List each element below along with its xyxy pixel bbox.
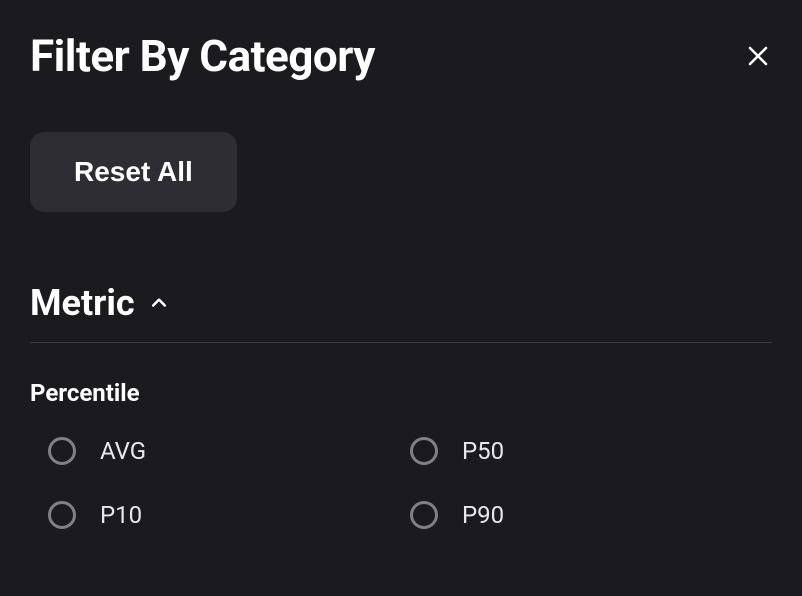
radio-icon xyxy=(410,501,438,529)
radio-label: P10 xyxy=(100,501,142,529)
close-icon[interactable] xyxy=(744,42,772,70)
reset-all-button[interactable]: Reset All xyxy=(30,132,237,212)
radio-label: P90 xyxy=(462,501,504,529)
radio-option-p90[interactable]: P90 xyxy=(410,501,772,529)
radio-icon xyxy=(48,437,76,465)
radio-label: P50 xyxy=(462,437,504,465)
section-title: Metric xyxy=(30,282,135,324)
radio-icon xyxy=(410,437,438,465)
radio-icon xyxy=(48,501,76,529)
radio-option-p10[interactable]: P10 xyxy=(48,501,410,529)
subsection-label: Percentile xyxy=(30,379,772,407)
radio-option-p50[interactable]: P50 xyxy=(410,437,772,465)
radio-label: AVG xyxy=(100,437,146,465)
metric-section-toggle[interactable]: Metric xyxy=(30,282,772,343)
radio-option-avg[interactable]: AVG xyxy=(48,437,410,465)
dialog-header: Filter By Category xyxy=(30,30,772,82)
chevron-up-icon xyxy=(147,291,171,315)
percentile-radio-group: AVG P50 P10 P90 xyxy=(30,437,772,529)
dialog-title: Filter By Category xyxy=(30,30,375,82)
